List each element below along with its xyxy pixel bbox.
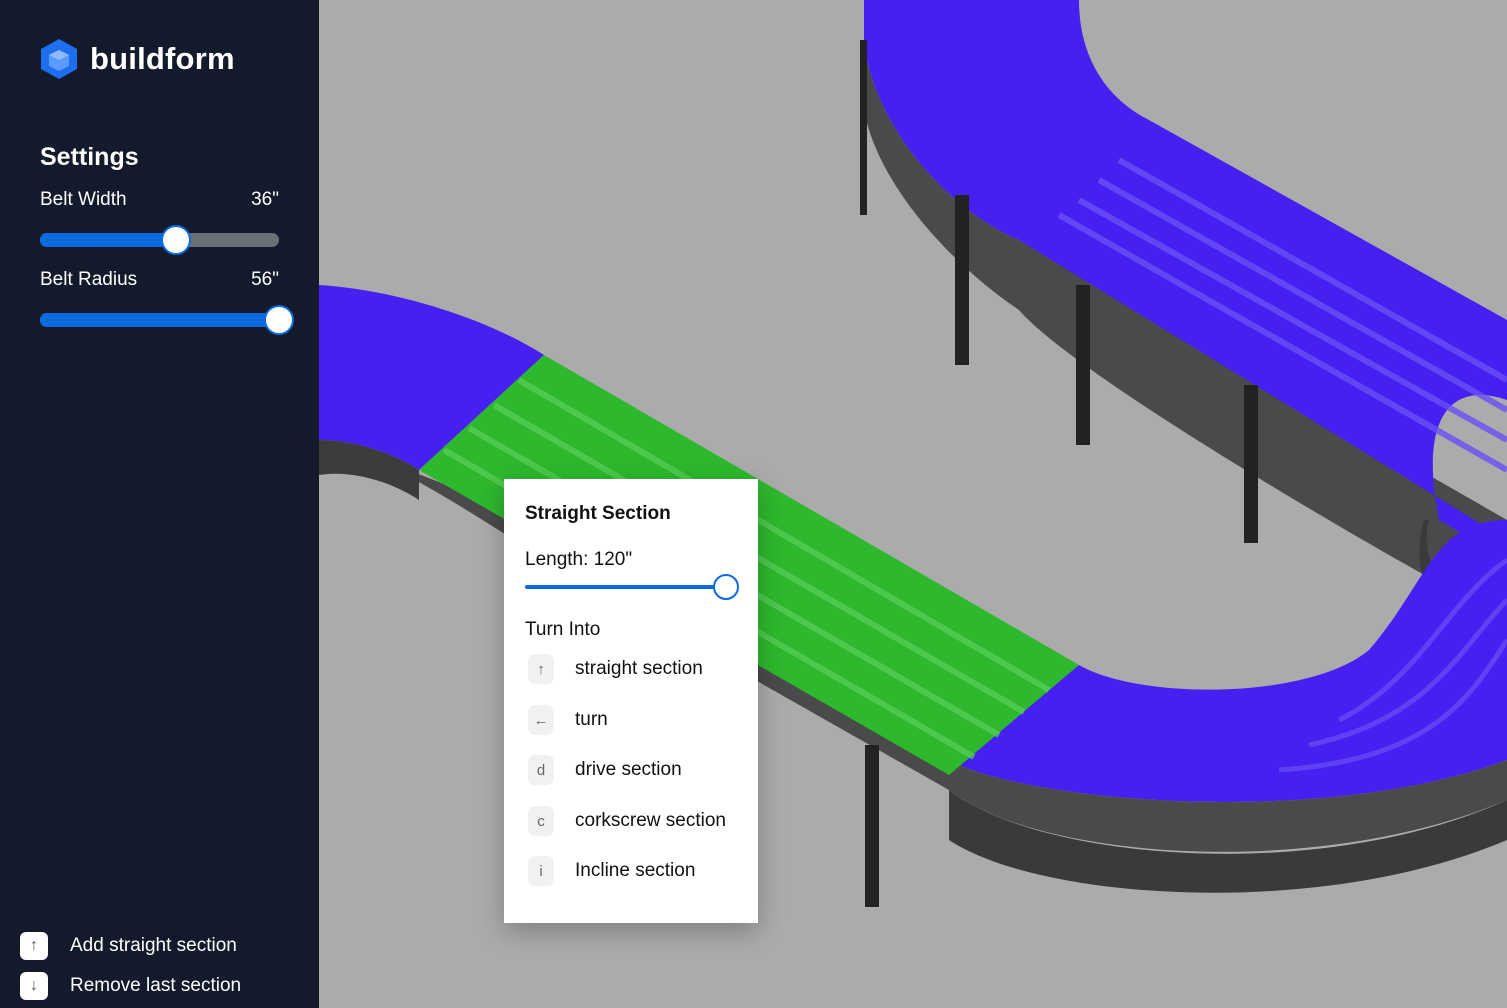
hint-remove-last-label: Remove last section bbox=[70, 975, 242, 996]
settings-title: Settings bbox=[40, 143, 139, 171]
3d-viewport[interactable] bbox=[319, 0, 1507, 1008]
support-leg bbox=[860, 40, 867, 215]
length-slider-knob[interactable] bbox=[713, 574, 739, 600]
support-leg bbox=[865, 745, 879, 907]
support-leg bbox=[955, 195, 969, 365]
option-label: straight section bbox=[575, 658, 703, 679]
section-popup: Straight Section Length: 120" Turn Into … bbox=[504, 479, 758, 923]
option-corkscrew-section[interactable]: c corkscrew section bbox=[528, 806, 726, 836]
belt-radius-fill bbox=[40, 313, 279, 327]
brand-name: buildform bbox=[90, 41, 235, 76]
hint-add-straight-label: Add straight section bbox=[70, 935, 237, 956]
belt-width-row: Belt Width 36" bbox=[40, 189, 279, 211]
arrow-down-key-icon: ↓ bbox=[20, 972, 48, 1000]
hexagon-cube-icon bbox=[41, 39, 77, 79]
arrow-up-key-icon: ↑ bbox=[20, 932, 48, 960]
hint-add-straight: ↑ Add straight section bbox=[20, 932, 237, 960]
belt-radius-value: 56" bbox=[251, 269, 279, 290]
belt-width-knob[interactable] bbox=[161, 225, 191, 255]
belt-width-slider[interactable] bbox=[40, 225, 279, 255]
option-turn[interactable]: ← turn bbox=[528, 705, 608, 735]
popup-title: Straight Section bbox=[525, 503, 671, 524]
i-key-icon: i bbox=[528, 856, 554, 886]
sidebar: buildform Settings Belt Width 36" Belt R… bbox=[0, 0, 319, 1008]
belt-width-label: Belt Width bbox=[40, 189, 127, 210]
belt-radius-knob[interactable] bbox=[264, 305, 294, 335]
c-key-icon: c bbox=[528, 806, 554, 836]
belt-width-value: 36" bbox=[251, 189, 279, 210]
option-label: Incline section bbox=[575, 860, 696, 881]
option-drive-section[interactable]: d drive section bbox=[528, 755, 682, 785]
length-label: Length: 120" bbox=[525, 549, 633, 570]
d-key-icon: d bbox=[528, 755, 554, 785]
arrow-left-key-icon: ← bbox=[528, 705, 554, 735]
belt-radius-row: Belt Radius 56" bbox=[40, 269, 279, 291]
belt-radius-slider[interactable] bbox=[40, 305, 294, 335]
brand[interactable]: buildform bbox=[40, 38, 235, 80]
conveyor-scene[interactable] bbox=[319, 0, 1507, 1008]
option-label: drive section bbox=[575, 759, 682, 780]
support-leg bbox=[1244, 385, 1258, 543]
turn-into-label: Turn Into bbox=[525, 619, 601, 640]
option-label: corkscrew section bbox=[575, 810, 726, 831]
option-label: turn bbox=[575, 709, 608, 730]
belt-radius-label: Belt Radius bbox=[40, 269, 138, 290]
belt-width-fill bbox=[40, 233, 176, 247]
support-leg bbox=[1076, 285, 1090, 445]
option-incline-section[interactable]: i Incline section bbox=[528, 856, 695, 886]
hint-remove-last: ↓ Remove last section bbox=[20, 972, 241, 1000]
option-straight-section[interactable]: ↑ straight section bbox=[528, 654, 703, 684]
arrow-up-key-icon: ↑ bbox=[528, 654, 554, 684]
length-slider[interactable] bbox=[525, 574, 739, 600]
